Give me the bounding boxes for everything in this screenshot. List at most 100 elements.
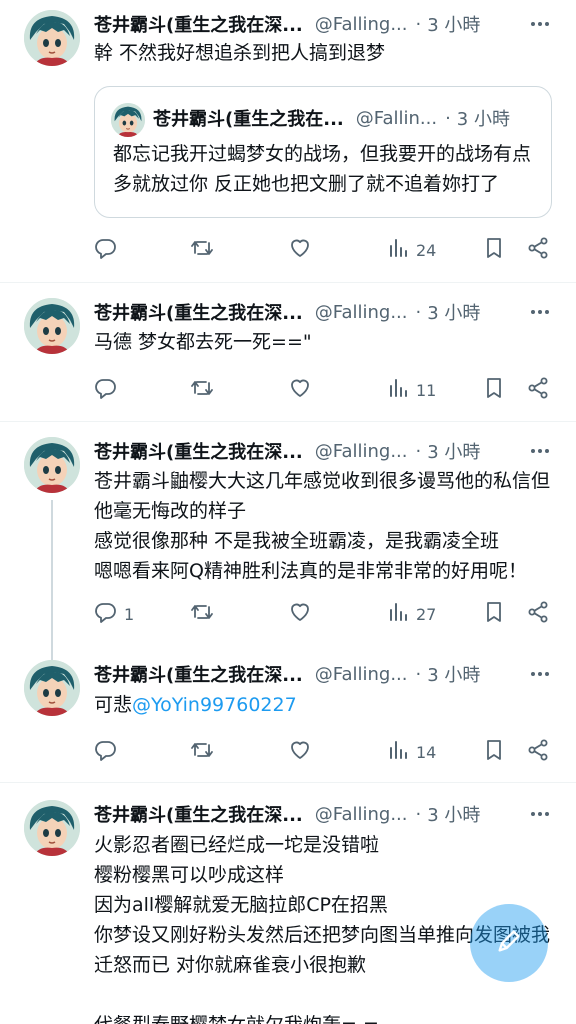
share-button[interactable] [526, 600, 550, 628]
like-button[interactable] [288, 738, 312, 766]
bookmark-button[interactable] [482, 376, 506, 404]
retweet-button[interactable] [190, 738, 214, 766]
reply-button[interactable] [94, 236, 118, 264]
tweet-text-prefix: 可悲 [94, 694, 133, 716]
reply-button[interactable] [94, 738, 118, 766]
share-icon [526, 236, 550, 264]
reply-button[interactable] [94, 376, 118, 404]
like-icon [288, 738, 312, 766]
tweet[interactable]: 苍井霸斗(重生之我在深... @Falling... · 3 小時 幹 不然我好… [0, 0, 576, 282]
views-icon [386, 600, 410, 628]
separator-dot: · [415, 663, 422, 685]
author-handle[interactable]: @Falling... [315, 14, 408, 35]
action-bar: 24 [94, 236, 552, 264]
tweet-header: 苍井霸斗(重生之我在深... @Falling... · 3 小時 [94, 298, 552, 326]
avatar[interactable] [24, 437, 80, 493]
tweet[interactable]: 苍井霸斗(重生之我在深... @Falling... · 3 小時 火影忍者圈已… [0, 783, 576, 1024]
tweet[interactable]: 苍井霸斗(重生之我在深... @Falling... · 3 小時 可悲@YoY… [0, 659, 576, 782]
reply-count: 1 [124, 604, 135, 624]
tweet-text: 马德 梦女都去死一死==" [94, 331, 312, 353]
views-count: 27 [416, 604, 437, 624]
bookmark-icon [482, 600, 506, 628]
like-icon [288, 376, 312, 404]
more-icon[interactable] [528, 300, 552, 324]
views-button[interactable]: 14 [386, 738, 436, 766]
retweet-button[interactable] [190, 376, 214, 404]
avatar[interactable] [24, 800, 80, 856]
quoted-tweet[interactable]: 苍井霸斗(重生之我在... @Fallin... · 3 小時 都忘记我开过蝎梦… [94, 86, 552, 218]
separator-dot: · [415, 440, 422, 462]
tweet-header: 苍井霸斗(重生之我在深... @Falling... · 3 小時 [94, 660, 552, 688]
action-bar: 1 27 [94, 600, 552, 628]
tweet[interactable]: 苍井霸斗(重生之我在深... @Falling... · 3 小時 马德 梦女都… [0, 283, 576, 421]
more-icon[interactable] [528, 802, 552, 826]
quoted-header: 苍井霸斗(重生之我在... @Fallin... · 3 小時 [153, 105, 537, 131]
compose-button[interactable] [470, 904, 548, 982]
timestamp[interactable]: 3 小時 [427, 801, 480, 827]
bookmark-icon [482, 376, 506, 404]
tweet-header: 苍井霸斗(重生之我在深... @Falling... · 3 小時 [94, 10, 552, 38]
author-name[interactable]: 苍井霸斗(重生之我在深... [94, 661, 303, 687]
like-button[interactable] [288, 376, 312, 404]
author-name[interactable]: 苍井霸斗(重生之我在深... [94, 11, 303, 37]
bookmark-icon [482, 738, 506, 766]
views-count: 24 [416, 240, 437, 260]
retweet-button[interactable] [190, 236, 214, 264]
more-icon[interactable] [528, 12, 552, 36]
author-name[interactable]: 苍井霸斗(重生之我在深... [94, 801, 303, 827]
reply-icon [94, 376, 118, 404]
views-button[interactable]: 24 [386, 236, 436, 264]
tweet-header: 苍井霸斗(重生之我在深... @Falling... · 3 小時 [94, 800, 552, 828]
reply-icon [94, 600, 118, 628]
share-button[interactable] [526, 236, 550, 264]
views-button[interactable]: 27 [386, 600, 436, 628]
mention-link[interactable]: @YoYin99760227 [132, 694, 297, 716]
more-icon[interactable] [528, 439, 552, 463]
bookmark-button[interactable] [482, 236, 506, 264]
share-icon [526, 376, 550, 404]
author-handle: @Fallin... [355, 107, 438, 129]
share-button[interactable] [526, 376, 550, 404]
timestamp[interactable]: 3 小時 [427, 299, 480, 325]
like-button[interactable] [288, 600, 312, 628]
views-count: 14 [416, 742, 437, 762]
author-handle[interactable]: @Falling... [315, 302, 408, 323]
tweet-text: 苍井霸斗鼬樱大大这几年感觉收到很多谩骂他的私信但他毫无悔改的样子 感觉很像那种 … [94, 470, 551, 582]
bookmark-button[interactable] [482, 738, 506, 766]
author-name[interactable]: 苍井霸斗(重生之我在深... [94, 299, 303, 325]
retweet-icon [190, 600, 214, 628]
separator-dot: · [445, 107, 451, 129]
tweet-text: 幹 不然我好想追杀到把人搞到退梦 [94, 42, 386, 64]
retweet-button[interactable] [190, 600, 214, 628]
share-button[interactable] [526, 738, 550, 766]
avatar[interactable] [24, 10, 80, 66]
tweet-header: 苍井霸斗(重生之我在深... @Falling... · 3 小時 [94, 437, 552, 465]
separator-dot: · [415, 803, 422, 825]
compose-icon [495, 927, 523, 959]
views-button[interactable]: 11 [386, 376, 436, 404]
bookmark-button[interactable] [482, 600, 506, 628]
reply-button[interactable]: 1 [94, 600, 134, 628]
thread-connector [51, 500, 53, 660]
more-icon[interactable] [528, 662, 552, 686]
reply-icon [94, 236, 118, 264]
author-handle[interactable]: @Falling... [315, 441, 408, 462]
author-handle[interactable]: @Falling... [315, 664, 408, 685]
tweet[interactable]: 苍井霸斗(重生之我在深... @Falling... · 3 小時 苍井霸斗鼬樱… [0, 422, 576, 660]
views-icon [386, 236, 410, 264]
tweet-text: 可悲@YoYin99760227 [94, 690, 556, 720]
author-name[interactable]: 苍井霸斗(重生之我在深... [94, 438, 303, 464]
separator-dot: · [415, 301, 422, 323]
timestamp[interactable]: 3 小時 [427, 661, 480, 687]
action-bar: 11 [94, 376, 552, 404]
avatar[interactable] [24, 660, 80, 716]
retweet-icon [190, 738, 214, 766]
timestamp[interactable]: 3 小時 [427, 11, 480, 37]
like-button[interactable] [288, 236, 312, 264]
views-icon [386, 738, 410, 766]
author-handle[interactable]: @Falling... [315, 804, 408, 825]
timestamp[interactable]: 3 小時 [427, 438, 480, 464]
views-icon [386, 376, 410, 404]
action-bar: 14 [94, 738, 552, 766]
avatar[interactable] [24, 298, 80, 354]
